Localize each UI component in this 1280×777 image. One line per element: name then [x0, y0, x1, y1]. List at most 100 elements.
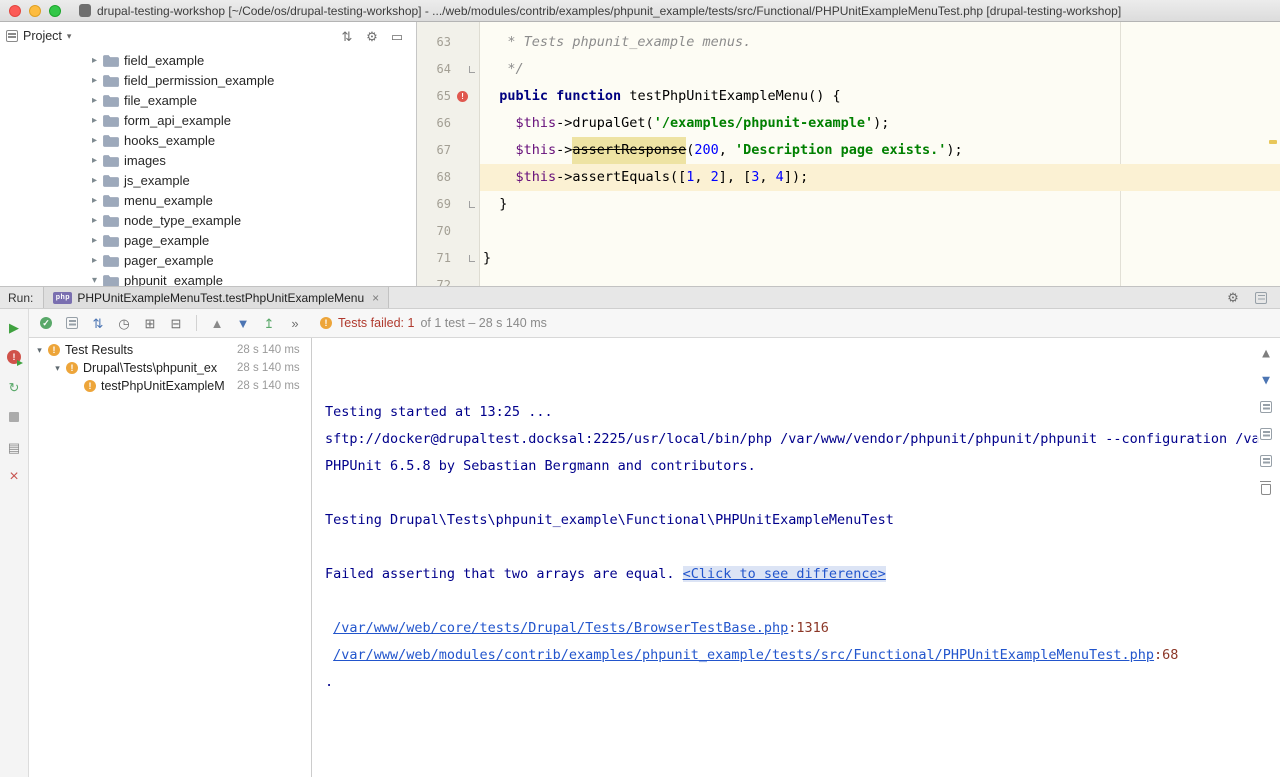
line-number: 63: [417, 29, 453, 56]
project-tree-item[interactable]: ▸ menu_example: [0, 190, 416, 210]
expand-all-button[interactable]: ⊞: [141, 314, 159, 332]
hide-run-panel-button[interactable]: [1252, 289, 1270, 307]
run-tab[interactable]: php PHPUnitExampleMenuTest.testPhpUnitEx…: [43, 287, 389, 308]
chevron-right-icon[interactable]: ▸: [88, 215, 101, 226]
project-tree-item[interactable]: ▸hooks_example: [0, 130, 416, 150]
test-tree-row[interactable]: ▾!Test Results28 s 140 ms: [29, 341, 311, 359]
scroll-to-end-button[interactable]: [1257, 452, 1275, 470]
project-tree-item[interactable]: ▸pager_example: [0, 250, 416, 270]
code-text[interactable]: $this->assertEquals([1, 2], [3, 4]);: [480, 164, 1280, 191]
previous-occurrence-button[interactable]: ▲: [1257, 344, 1275, 362]
line-number: 67: [417, 137, 453, 164]
project-tree-item[interactable]: ▸node_type_example: [0, 210, 416, 230]
folder-icon: [103, 154, 119, 167]
close-tab-button[interactable]: ×: [372, 291, 379, 305]
console-text: PHPUnit 6.5.8 by Sebastian Bergmann and …: [325, 458, 756, 474]
console-file-link[interactable]: /var/www/web/modules/contrib/examples/ph…: [333, 647, 1154, 663]
expand-collapse-button[interactable]: ⇅: [338, 27, 356, 45]
code-text[interactable]: $this->assertResponse(200, 'Description …: [480, 137, 1280, 164]
test-status: ! Tests failed: 1 of 1 test – 28 s 140 m…: [320, 316, 547, 330]
code-text[interactable]: [480, 272, 1280, 286]
project-tree-item[interactable]: ▸form_api_example: [0, 110, 416, 130]
line-number: 69: [417, 191, 453, 218]
project-tree-item[interactable]: ▸field_example: [0, 50, 416, 70]
collapse-all-button[interactable]: ⊟: [167, 314, 185, 332]
chevron-down-icon[interactable]: ▾: [67, 31, 72, 42]
test-failed-gutter-icon[interactable]: !: [457, 91, 468, 102]
code-text[interactable]: }: [480, 245, 1280, 272]
hide-panel-button[interactable]: ▭: [388, 27, 406, 45]
rerun-failed-tests-button[interactable]: !: [5, 348, 23, 366]
minimize-window-button[interactable]: [29, 5, 41, 17]
chevron-right-icon[interactable]: ▸: [88, 155, 101, 166]
chevron-right-icon[interactable]: ▸: [88, 115, 101, 126]
chevron-right-icon[interactable]: ▸: [88, 55, 101, 66]
chevron-down-icon[interactable]: ▾: [33, 345, 46, 356]
more-options-button[interactable]: »: [286, 314, 304, 332]
code-text[interactable]: * Tests phpunit_example menus.: [480, 29, 1280, 56]
stop-button[interactable]: [5, 408, 23, 426]
close-window-button[interactable]: [9, 5, 21, 17]
test-failed-icon: !: [66, 362, 78, 374]
main-area: Project ▾ ⇅ ⚙ ▭ ▸field_example▸field_permi…: [0, 22, 1280, 286]
line-number: 72: [417, 272, 453, 286]
show-passed-button[interactable]: ✓: [37, 314, 55, 332]
import-test-results-button[interactable]: ↥: [260, 314, 278, 332]
project-tree-item[interactable]: ▸field_permission_example: [0, 70, 416, 90]
rerun-test-button[interactable]: ▶: [5, 318, 23, 336]
traffic-lights: [0, 5, 71, 17]
gutter-cell: [453, 191, 480, 218]
project-tree-item[interactable]: ▸js_example: [0, 170, 416, 190]
chevron-right-icon[interactable]: ▸: [88, 195, 101, 206]
show-ignored-button[interactable]: [63, 314, 81, 332]
run-settings-gear-button[interactable]: ⚙: [1224, 289, 1242, 307]
code-text[interactable]: $this->drupalGet('/examples/phpunit-exam…: [480, 110, 1280, 137]
fold-marker-icon[interactable]: [469, 66, 475, 73]
chevron-down-icon[interactable]: ▾: [88, 275, 101, 286]
code-text[interactable]: [480, 218, 1280, 245]
zoom-window-button[interactable]: [49, 5, 61, 17]
test-tree-row[interactable]: ▾!Drupal\Tests\phpunit_ex28 s 140 ms: [29, 359, 311, 377]
test-duration-label: 28 s 140 ms: [237, 344, 300, 356]
chevron-right-icon[interactable]: ▸: [88, 95, 101, 106]
view-difference-link[interactable]: <Click to see difference>: [683, 566, 886, 582]
console-line: Testing Drupal\Tests\phpunit_example\Fun…: [325, 507, 1280, 534]
chevron-right-icon[interactable]: ▸: [88, 235, 101, 246]
project-tree-item[interactable]: ▸images: [0, 150, 416, 170]
close-run-panel-button[interactable]: ×: [5, 468, 23, 486]
fold-marker-icon[interactable]: [469, 255, 475, 262]
test-tree-row[interactable]: !testPhpUnitExampleM28 s 140 ms: [29, 377, 311, 395]
editor-line: 65! public function testPhpUnitExampleMe…: [417, 83, 1280, 110]
next-failed-test-button[interactable]: ▼: [234, 314, 252, 332]
project-tree-item[interactable]: ▸ file_example: [0, 90, 416, 110]
test-history-button[interactable]: [1257, 425, 1275, 443]
chevron-right-icon[interactable]: ▸: [88, 175, 101, 186]
chevron-down-icon[interactable]: ▾: [51, 363, 64, 374]
restore-layout-button[interactable]: ▤: [5, 438, 23, 456]
fold-marker-icon[interactable]: [469, 201, 475, 208]
sort-by-duration-button[interactable]: ◷: [115, 314, 133, 332]
clear-console-button[interactable]: [1257, 479, 1275, 497]
project-panel-title[interactable]: Project: [23, 29, 62, 43]
previous-failed-test-button[interactable]: ▲: [208, 314, 226, 332]
code-text[interactable]: }: [480, 191, 1280, 218]
console-file-link[interactable]: /var/www/web/core/tests/Drupal/Tests/Bro…: [333, 620, 788, 636]
settings-gear-button[interactable]: ⚙: [363, 27, 381, 45]
project-tree-item[interactable]: ▸page_example: [0, 230, 416, 250]
next-occurrence-button[interactable]: ▼: [1257, 371, 1275, 389]
warning-stripe-mark[interactable]: [1269, 140, 1277, 144]
toggle-auto-test-button[interactable]: ↻: [5, 378, 23, 396]
sort-alphabetically-button[interactable]: ⇅: [89, 314, 107, 332]
console-line-ref[interactable]: :1316: [788, 620, 829, 636]
export-test-results-button[interactable]: [1257, 398, 1275, 416]
console-line-ref[interactable]: :68: [1154, 647, 1178, 663]
code-text[interactable]: */: [480, 56, 1280, 83]
chevron-right-icon[interactable]: ▸: [88, 135, 101, 146]
tree-item-label: file_example: [124, 93, 197, 108]
chevron-right-icon[interactable]: ▸: [88, 75, 101, 86]
chevron-right-icon[interactable]: ▸: [88, 255, 101, 266]
editor[interactable]: 63 * Tests phpunit_example menus.64 */65…: [417, 22, 1280, 286]
code-text[interactable]: public function testPhpUnitExampleMenu()…: [480, 83, 1280, 110]
tree-item-label: menu_example: [124, 193, 213, 208]
project-tree-item[interactable]: ▾phpunit_example: [0, 270, 416, 286]
